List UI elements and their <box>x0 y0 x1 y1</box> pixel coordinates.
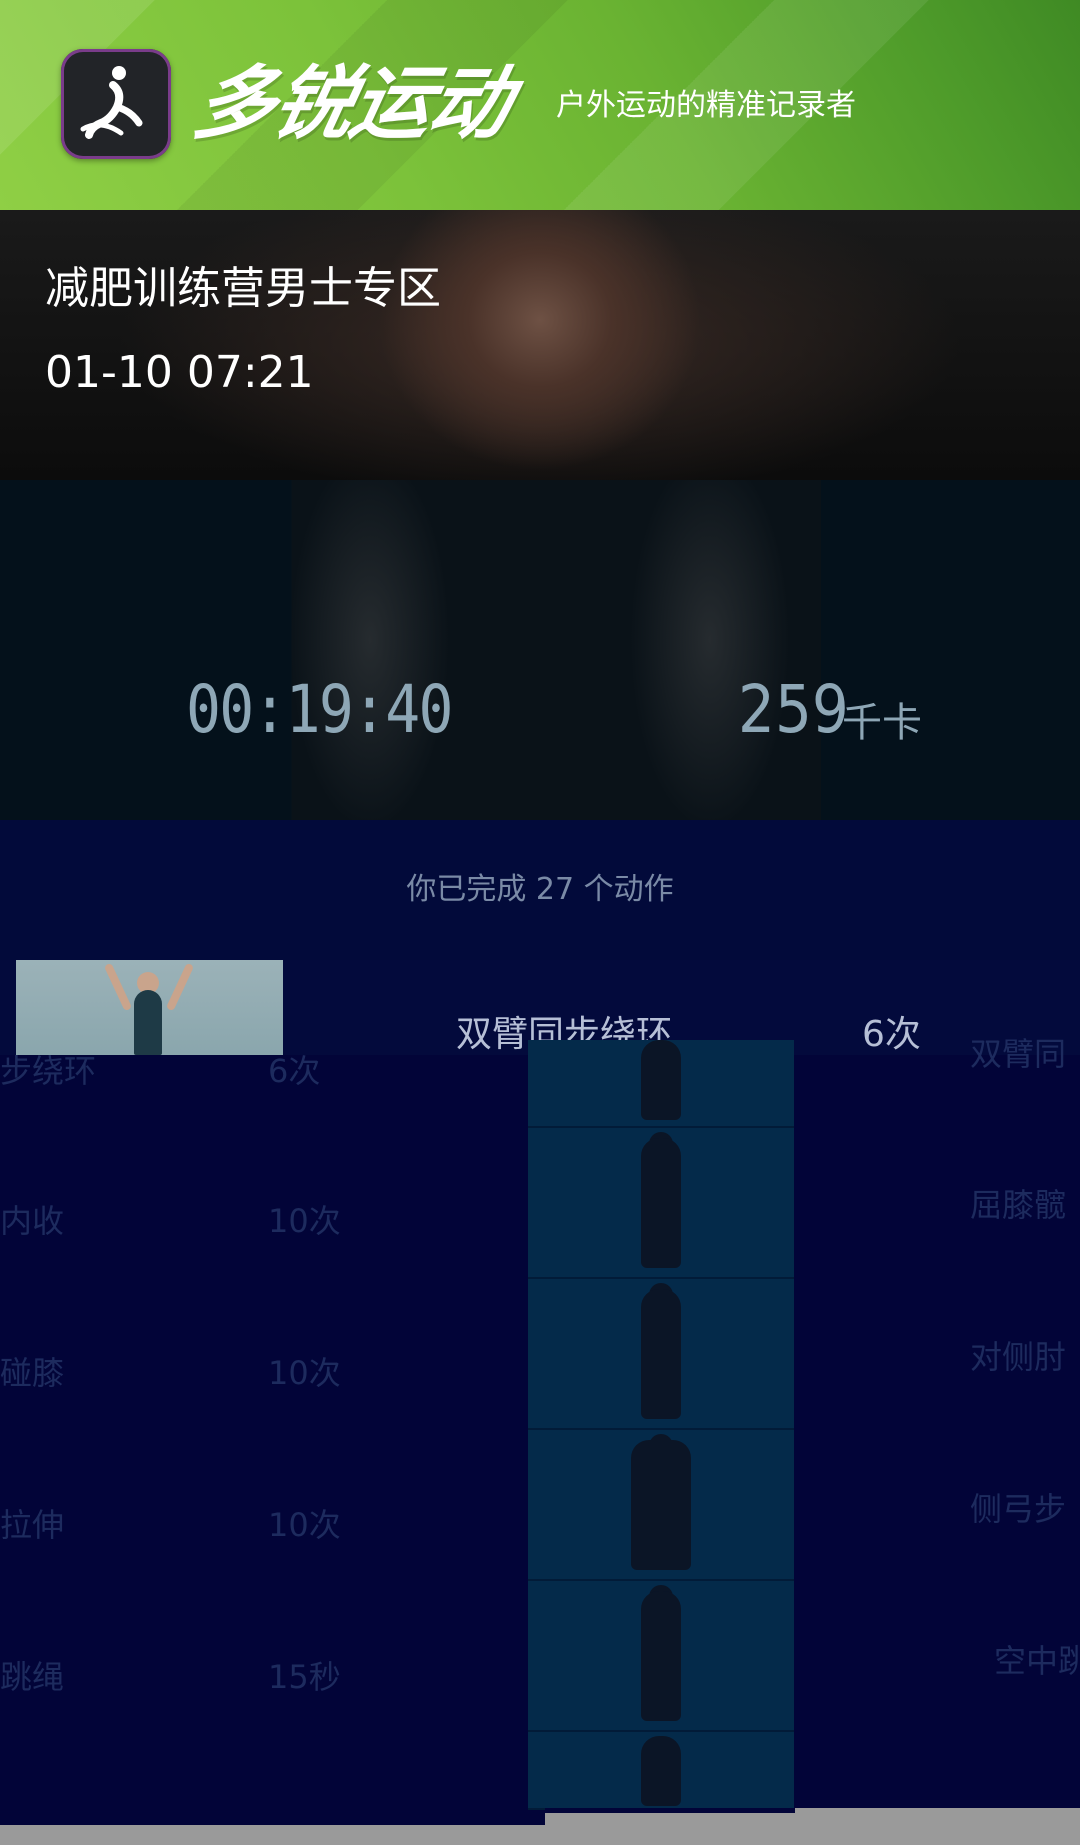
exercise-thumbnail <box>528 1040 794 1128</box>
workout-datetime: 01-10 07:21 <box>45 347 314 398</box>
exercise-count: 6次 <box>862 1014 921 1055</box>
brand-name: 多锐运动 <box>186 57 518 150</box>
exercise-thumbnail <box>528 1128 794 1279</box>
list-item-name: 内收 <box>0 1202 65 1240</box>
list-item-count: 10次 <box>268 1506 341 1544</box>
list-item-count: 15秒 <box>268 1658 341 1696</box>
list-item-name: 拉伸 <box>0 1506 65 1544</box>
list-item-name: 跳绳 <box>0 1658 65 1696</box>
list-item-name: 碰膝 <box>0 1354 65 1392</box>
list-item-count: 6次 <box>268 1052 321 1090</box>
workout-summary-page: 多锐运动 户外运动的精准记录者 减肥训练营男士专区 01-10 07:21 00… <box>0 0 1080 1845</box>
hero-image-lower <box>0 480 1080 820</box>
bottom-bar <box>0 1825 545 1845</box>
divider <box>545 1808 795 1813</box>
exercise-thumbnail <box>16 960 283 1055</box>
bottom-bar <box>545 1808 1080 1845</box>
workout-title: 减肥训练营男士专区 <box>45 263 441 314</box>
exercise-thumbnail <box>528 1732 794 1810</box>
app-logo-runner-icon <box>61 49 171 159</box>
exercise-thumbnail <box>528 1581 794 1732</box>
exercise-thumbnail <box>528 1430 794 1581</box>
calories-unit: 千卡 <box>842 700 922 746</box>
brand-slogan: 户外运动的精准记录者 <box>556 88 856 123</box>
calories-value: 259 <box>738 671 849 748</box>
list-item-count: 10次 <box>268 1354 341 1392</box>
list-item-name: 侧弓步 <box>970 1490 1067 1528</box>
list-item-name: 对侧肘 <box>970 1338 1067 1376</box>
list-item-name: 屈膝髋 <box>970 1186 1067 1224</box>
list-item-name: 空中跳 <box>994 1642 1080 1680</box>
list-item-count: 10次 <box>268 1202 341 1240</box>
list-item-name: 双臂同 <box>970 1035 1067 1073</box>
list-item-name: 步绕环 <box>0 1052 97 1090</box>
exercise-thumbnail <box>528 1279 794 1430</box>
duration-value: 00:19:40 <box>186 671 453 748</box>
app-header: 多锐运动 户外运动的精准记录者 <box>0 0 1080 210</box>
completed-text: 你已完成 27 个动作 <box>406 872 674 907</box>
